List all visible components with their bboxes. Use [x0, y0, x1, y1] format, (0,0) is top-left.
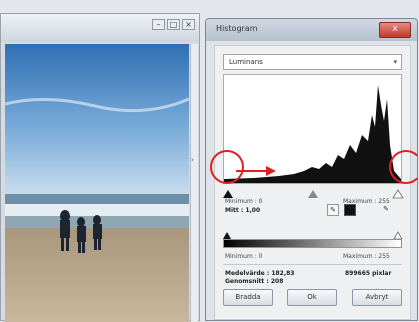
beach-photo-image [5, 44, 189, 322]
median-value-label: Medelvärde : 182,83 [225, 270, 295, 277]
black-point-slider[interactable] [223, 190, 233, 198]
reset-button[interactable]: Bradda [223, 289, 273, 306]
output-slider-triangles [223, 231, 403, 239]
channel-dropdown-value: Luminans [229, 58, 263, 66]
chevron-down-icon: ▾ [393, 58, 397, 66]
white-point-highlight [389, 150, 419, 184]
average-value-label: Genomsnitt : 208 [225, 278, 284, 285]
input-level-sliders [219, 184, 406, 199]
vertical-scrollbar[interactable]: › [190, 44, 198, 322]
red-arrow-icon [236, 166, 276, 176]
eyedropper-black-icon[interactable]: ✎ [327, 204, 339, 216]
input-minimum-label: Minimum : 0 [225, 198, 263, 205]
minimize-button[interactable]: – [152, 19, 165, 30]
pixel-count-label: 899665 pixlar [345, 270, 392, 277]
dialog-titlebar: Histogram x [206, 19, 417, 41]
maximize-button[interactable]: □ [167, 19, 180, 30]
output-maximum-label: Maximum : 255 [343, 253, 390, 260]
close-button[interactable]: × [182, 19, 195, 30]
ok-button[interactable]: Ok [287, 289, 337, 306]
window-controls: – □ × [152, 19, 195, 30]
image-window: – □ × › [0, 13, 200, 322]
eyedropper-white-icon[interactable]: ✎ [380, 204, 392, 216]
midtone-slider[interactable] [308, 190, 318, 198]
black-swatch[interactable] [344, 204, 356, 216]
channel-dropdown[interactable]: Luminans ▾ [223, 54, 402, 70]
white-point-slider[interactable] [392, 189, 404, 199]
dialog-body: Luminans ▾ Minimum : 0 Maximum : 255 Mit… [214, 45, 411, 320]
cancel-button[interactable]: Avbryt [352, 289, 402, 306]
output-white-slider[interactable] [393, 231, 403, 239]
midtone-value-label: Mitt : 1,00 [225, 207, 261, 214]
dialog-close-button[interactable]: x [379, 22, 411, 38]
output-black-slider[interactable] [223, 232, 231, 239]
divider [223, 264, 402, 265]
beach-photo [5, 44, 189, 322]
dialog-title: Histogram [216, 24, 258, 33]
output-gradient-bar [223, 239, 402, 248]
scroll-arrow-icon[interactable]: › [191, 156, 194, 164]
output-minimum-label: Minimum : 0 [225, 253, 263, 260]
image-window-titlebar: – □ × [1, 14, 199, 42]
